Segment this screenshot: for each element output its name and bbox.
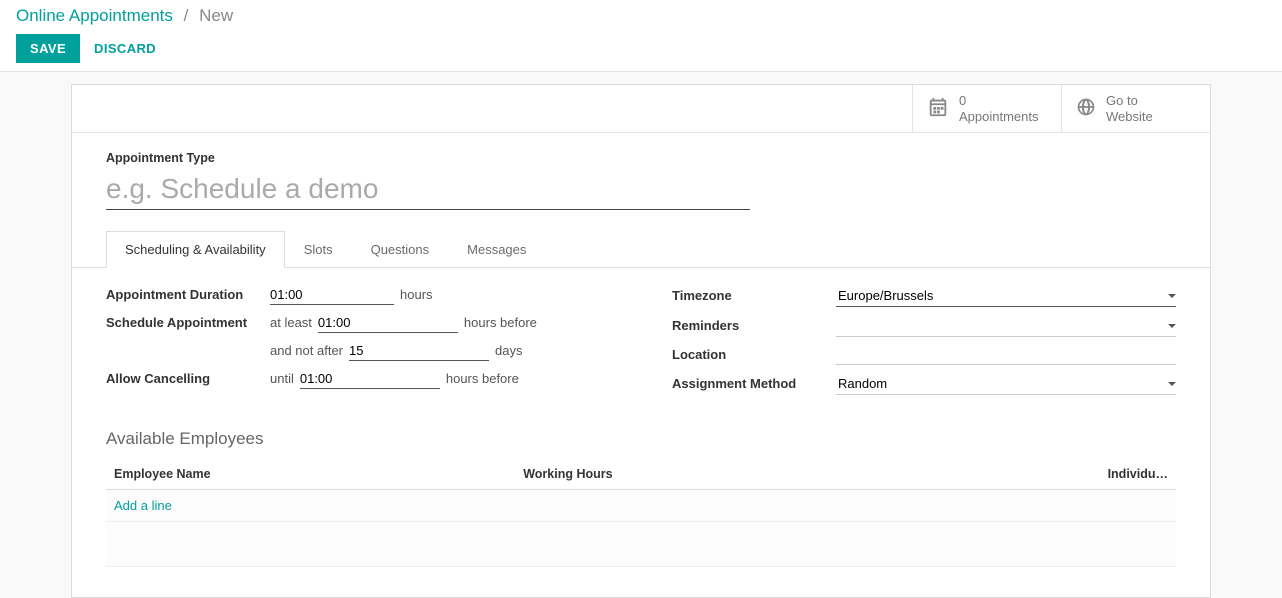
timezone-select[interactable]	[836, 285, 1176, 307]
stat-website-text: Go to Website	[1106, 93, 1153, 124]
row-cancel: Allow Cancelling until hours before	[106, 369, 608, 389]
cancel-prefix: until	[270, 371, 294, 386]
row-schedule-notafter: and not after days	[106, 341, 608, 361]
discard-button[interactable]: DISCARD	[92, 34, 158, 63]
tab-messages[interactable]: Messages	[448, 231, 545, 268]
schedule-atleast-unit: hours before	[464, 315, 537, 330]
cancel-label: Allow Cancelling	[106, 371, 256, 386]
breadcrumb: Online Appointments / New	[16, 6, 1266, 26]
timezone-label: Timezone	[672, 288, 822, 303]
sheet-body: Appointment Type Scheduling & Availabili…	[72, 133, 1210, 597]
stat-button-box: 0 Appointments Go to Website	[72, 85, 1210, 133]
left-column: Appointment Duration hours Schedule Appo…	[106, 285, 608, 403]
stat-appointments-text: 0 Appointments	[959, 93, 1039, 124]
row-reminders: Reminders	[672, 315, 1176, 337]
stat-appointments-button[interactable]: 0 Appointments	[912, 85, 1061, 132]
add-line-link[interactable]: Add a line	[114, 498, 172, 513]
reminders-label: Reminders	[672, 318, 822, 333]
action-buttons: SAVE DISCARD	[16, 34, 1266, 63]
location-input[interactable]	[836, 345, 1176, 365]
cancel-input[interactable]	[300, 369, 440, 389]
schedule-label: Schedule Appointment	[106, 315, 256, 330]
schedule-atleast-input[interactable]	[318, 313, 458, 333]
appointment-type-field: Appointment Type	[106, 151, 1176, 210]
form-view: 0 Appointments Go to Website Appointment…	[0, 72, 1282, 598]
chevron-down-icon	[1168, 294, 1176, 298]
row-timezone: Timezone	[672, 285, 1176, 307]
row-location: Location	[672, 345, 1176, 365]
stat-appointments-count: 0	[959, 93, 1039, 109]
stat-website-button[interactable]: Go to Website	[1061, 85, 1210, 132]
available-employees-heading: Available Employees	[106, 429, 1176, 449]
cancel-unit: hours before	[446, 371, 519, 386]
form-tabs: Scheduling & Availability Slots Question…	[72, 231, 1210, 268]
row-duration: Appointment Duration hours	[106, 285, 608, 305]
assignment-select[interactable]	[836, 373, 1176, 395]
location-label: Location	[672, 347, 822, 362]
reminders-value[interactable]	[836, 317, 1168, 334]
schedule-atleast-prefix: at least	[270, 315, 312, 330]
control-panel: Online Appointments / New SAVE DISCARD	[0, 0, 1282, 72]
duration-unit: hours	[400, 287, 433, 302]
assignment-value[interactable]	[836, 375, 1168, 392]
save-button[interactable]: SAVE	[16, 34, 80, 63]
appointment-type-label: Appointment Type	[106, 151, 1176, 165]
schedule-notafter-unit: days	[495, 343, 522, 358]
scheduling-page: Appointment Duration hours Schedule Appo…	[106, 285, 1176, 403]
right-column: Timezone Reminders	[672, 285, 1176, 403]
table-spacer	[106, 522, 1176, 567]
stat-website-line1: Go to	[1106, 93, 1153, 109]
chevron-down-icon	[1168, 324, 1176, 328]
schedule-notafter-prefix: and not after	[270, 343, 343, 358]
appointment-type-input[interactable]	[106, 169, 750, 210]
duration-label: Appointment Duration	[106, 287, 256, 302]
tab-scheduling[interactable]: Scheduling & Availability	[106, 231, 285, 268]
table-row: Add a line	[106, 490, 1176, 522]
duration-input[interactable]	[270, 285, 394, 305]
row-assignment: Assignment Method	[672, 373, 1176, 395]
stat-website-line2: Website	[1106, 109, 1153, 125]
col-working-hours[interactable]: Working Hours	[515, 459, 898, 490]
breadcrumb-root-link[interactable]: Online Appointments	[16, 6, 173, 25]
tab-slots[interactable]: Slots	[285, 231, 352, 268]
reminders-select[interactable]	[836, 315, 1176, 337]
row-schedule: Schedule Appointment at least hours befo…	[106, 313, 608, 333]
employees-table: Employee Name Working Hours Individu… Ad…	[106, 459, 1176, 567]
form-sheet: 0 Appointments Go to Website Appointment…	[71, 84, 1211, 598]
assignment-label: Assignment Method	[672, 376, 822, 391]
tab-questions[interactable]: Questions	[352, 231, 449, 268]
timezone-value[interactable]	[836, 287, 1168, 304]
schedule-notafter-input[interactable]	[349, 341, 489, 361]
calendar-icon	[927, 96, 949, 121]
chevron-down-icon	[1168, 382, 1176, 386]
breadcrumb-separator: /	[178, 6, 195, 25]
stat-appointments-label: Appointments	[959, 109, 1039, 125]
globe-icon	[1076, 97, 1096, 120]
col-employee-name[interactable]: Employee Name	[106, 459, 515, 490]
col-individual[interactable]: Individu…	[898, 459, 1176, 490]
breadcrumb-current: New	[199, 6, 233, 25]
